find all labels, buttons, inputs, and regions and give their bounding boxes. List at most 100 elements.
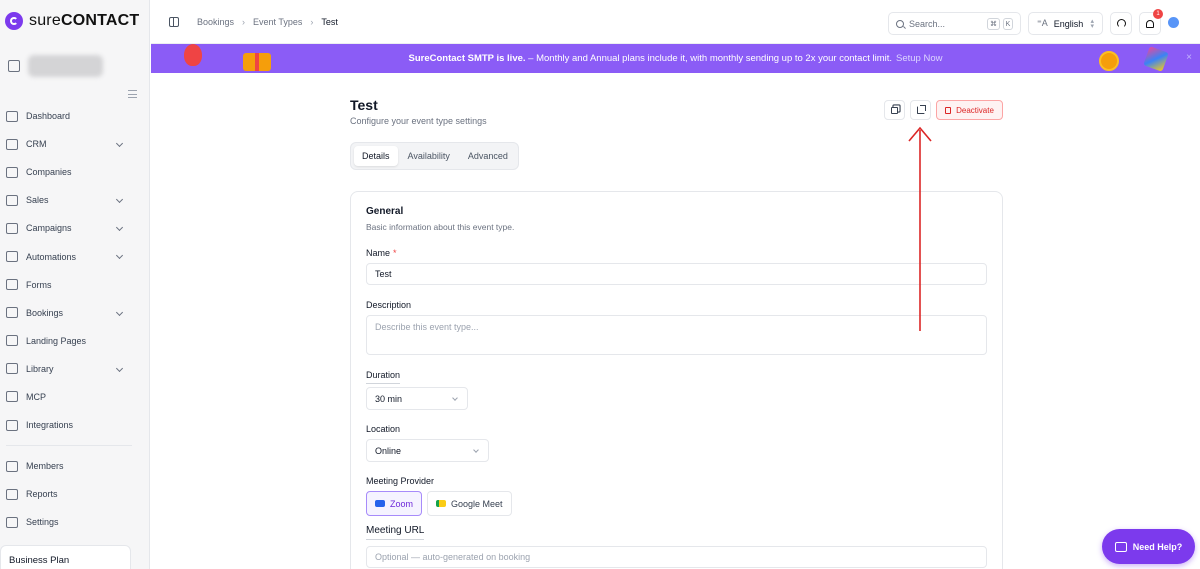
sidebar-item-forms[interactable]: Forms [0, 271, 150, 299]
provider-google-meet-button[interactable]: Google Meet [427, 491, 512, 516]
sidebar-item-label: Automations [26, 251, 77, 262]
organization-switcher[interactable] [8, 55, 103, 77]
notifications-button[interactable]: 1 [1139, 9, 1163, 35]
meeting-url-input[interactable]: Optional — auto-generated on booking [366, 546, 987, 568]
members-icon [6, 460, 18, 472]
provider-zoom-button[interactable]: Zoom [366, 491, 423, 516]
support-button[interactable] [1110, 12, 1132, 35]
plan-badge[interactable]: Business Plan [0, 545, 131, 569]
chat-icon [1114, 541, 1127, 552]
reports-icon [6, 488, 18, 500]
need-help-button[interactable]: Need Help? [1102, 529, 1195, 564]
sidebar-item-label: CRM [26, 139, 47, 150]
duration-label: Duration [366, 370, 401, 384]
sidebar-item-bookings[interactable]: Bookings [0, 299, 150, 327]
building-icon [8, 60, 20, 72]
sidebar-item-label: MCP [26, 391, 46, 402]
sidebar-item-campaigns[interactable]: Campaigns [0, 214, 150, 242]
status-icon[interactable] [1168, 17, 1179, 28]
sidebar-settings-icon[interactable] [128, 90, 137, 98]
duration-select[interactable]: 30 min [366, 387, 468, 410]
language-selector[interactable]: ⁼A English ▴ ▾ [1028, 12, 1103, 35]
sidebar: sureCONTACT Dashboard CRM Companies Sales Ca… [0, 0, 150, 569]
breadcrumb-event-types[interactable]: Event Types [253, 17, 302, 27]
confetti-icon [1143, 46, 1169, 72]
sidebar-item-landing-pages[interactable]: Landing Pages [0, 327, 150, 355]
need-help-label: Need Help? [1132, 541, 1183, 552]
sidebar-item-label: Bookings [26, 307, 64, 318]
bell-icon [1146, 19, 1154, 28]
location-select[interactable]: Online [366, 439, 489, 462]
deactivate-button[interactable]: Deactivate [936, 100, 1003, 120]
chevron-down-icon[interactable] [115, 224, 124, 232]
sidebar-item-label: Sales [26, 195, 49, 206]
banner-headline: SureContact SMTP is live. [408, 53, 526, 64]
sidebar-item-integrations[interactable]: Integrations [0, 411, 150, 439]
section-description: Basic information about this event type. [366, 222, 515, 232]
sidebar-item-label: Campaigns [26, 223, 72, 234]
name-input[interactable]: Test [366, 263, 987, 285]
section-title: General [366, 206, 404, 217]
sidebar-item-companies[interactable]: Companies [0, 158, 150, 186]
chevron-down-icon[interactable] [115, 364, 124, 372]
sidebar-item-automations[interactable]: Automations [0, 242, 150, 270]
sidebar-item-label: Dashboard [26, 111, 71, 122]
kbd-cmd: ⌘ [987, 18, 1000, 30]
sidebar-item-mcp[interactable]: MCP [0, 383, 150, 411]
forms-icon [6, 279, 18, 291]
chevron-down-icon[interactable] [115, 252, 124, 260]
tab-advanced[interactable]: Advanced [460, 146, 516, 166]
updown-icon: ▴ ▾ [1090, 18, 1094, 30]
calendar-icon [6, 307, 18, 319]
chevron-down-icon[interactable] [115, 308, 124, 316]
duplicate-button[interactable] [884, 100, 905, 120]
sidebar-item-library[interactable]: Library [0, 355, 150, 383]
organization-name-blurred [28, 55, 103, 77]
chevron-down-icon [473, 447, 479, 453]
page-subtitle: Configure your event type settings [350, 116, 487, 126]
provider-zoom-label: Zoom [390, 498, 414, 509]
sidebar-item-crm[interactable]: CRM [0, 130, 150, 158]
translate-icon: ⁼A [1037, 18, 1048, 28]
location-label: Location [366, 424, 401, 434]
megaphone-icon [6, 222, 18, 234]
chevron-down-icon[interactable] [115, 140, 124, 148]
setup-now-link[interactable]: Setup Now [896, 53, 942, 64]
breadcrumb-current: Test [321, 17, 338, 27]
breadcrumb-bookings[interactable]: Bookings [197, 17, 234, 27]
provider-google-meet-label: Google Meet [451, 498, 503, 509]
chevron-down-icon[interactable] [115, 196, 124, 204]
sidebar-item-reports[interactable]: Reports [0, 480, 150, 508]
close-icon[interactable]: × [1186, 52, 1192, 63]
external-link-icon [916, 105, 926, 114]
breadcrumb-separator-icon: › [310, 17, 314, 27]
required-marker: * [393, 248, 397, 258]
deactivate-label: Deactivate [956, 105, 994, 115]
app-logo[interactable]: sureCONTACT [5, 12, 139, 30]
page-title: Test [350, 97, 378, 113]
sidebar-item-label: Forms [26, 279, 52, 290]
sidebar-item-members[interactable]: Members [0, 452, 150, 480]
location-value: Online [375, 445, 402, 456]
description-textarea[interactable]: Describe this event type... [366, 315, 987, 355]
copy-icon [891, 106, 898, 114]
tab-details[interactable]: Details [354, 146, 398, 166]
tab-availability[interactable]: Availability [400, 146, 458, 166]
sidebar-item-dashboard[interactable]: Dashboard [0, 102, 150, 130]
sidebar-item-sales[interactable]: Sales [0, 186, 150, 214]
sidebar-item-label: Integrations [26, 420, 74, 431]
sidebar-nav: Dashboard CRM Companies Sales Campaigns Autom… [0, 102, 150, 536]
breadcrumb-separator-icon: › [242, 17, 246, 27]
open-external-button[interactable] [910, 100, 931, 120]
sidebar-item-label: Library [26, 363, 54, 374]
landing-pages-icon [6, 335, 18, 347]
mcp-icon [6, 391, 18, 403]
sidebar-item-settings[interactable]: Settings [0, 508, 150, 536]
sidebar-item-label: Companies [26, 167, 72, 178]
announcement-banner: SureContact SMTP is live. – Monthly and … [151, 44, 1200, 73]
search-box[interactable]: Search... ⌘ K [888, 12, 1021, 35]
search-placeholder: Search... [909, 18, 946, 29]
toggle-sidebar-icon[interactable] [169, 17, 179, 27]
trash-icon [945, 106, 952, 114]
meeting-provider-label: Meeting Provider [366, 476, 435, 486]
